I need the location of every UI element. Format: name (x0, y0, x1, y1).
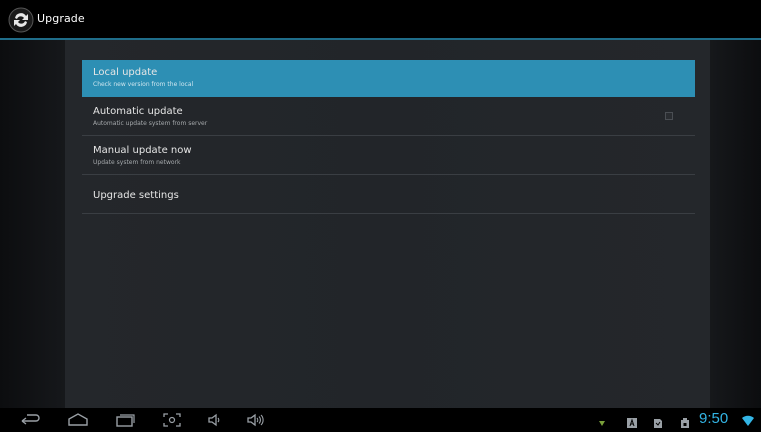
status-clock: 9:50 (699, 410, 729, 427)
back-icon[interactable] (18, 412, 42, 428)
recent-apps-icon[interactable] (113, 412, 137, 428)
pref-title: Upgrade settings (93, 190, 179, 201)
volume-down-icon[interactable] (204, 412, 228, 428)
system-bar: 9:50 (0, 408, 761, 432)
volume-up-icon[interactable] (245, 412, 269, 428)
pref-summary: Update system from network (93, 159, 181, 166)
content-area: Local update Check new version from the … (0, 40, 761, 408)
automatic-update-checkbox[interactable] (665, 112, 673, 120)
pref-summary: Check new version from the local (93, 81, 194, 88)
pref-upgrade-settings[interactable]: Upgrade settings (82, 177, 695, 214)
action-bar: Upgrade (0, 0, 761, 40)
screenshot-icon[interactable] (160, 412, 184, 428)
wifi-icon (741, 413, 755, 427)
pref-local-update[interactable]: Local update Check new version from the … (82, 60, 695, 97)
pref-manual-update-now[interactable]: Manual update now Update system from net… (82, 138, 695, 175)
upgrade-sync-icon[interactable] (8, 7, 34, 33)
pref-title: Manual update now (93, 145, 192, 156)
pref-title: Local update (93, 67, 158, 78)
pref-title: Automatic update (93, 106, 183, 117)
keyboard-icon (626, 414, 638, 428)
preference-list: Local update Check new version from the … (82, 60, 695, 216)
app-title: Upgrade (37, 12, 85, 25)
upgrade-screen: Upgrade Local update Check new version f… (0, 0, 761, 432)
sd-card-icon (652, 414, 664, 428)
usb-storage-icon (679, 414, 691, 428)
pref-summary: Automatic update system from server (93, 120, 208, 127)
home-icon[interactable] (66, 412, 90, 428)
pref-automatic-update[interactable]: Automatic update Automatic update system… (82, 99, 695, 136)
download-icon (596, 414, 608, 426)
